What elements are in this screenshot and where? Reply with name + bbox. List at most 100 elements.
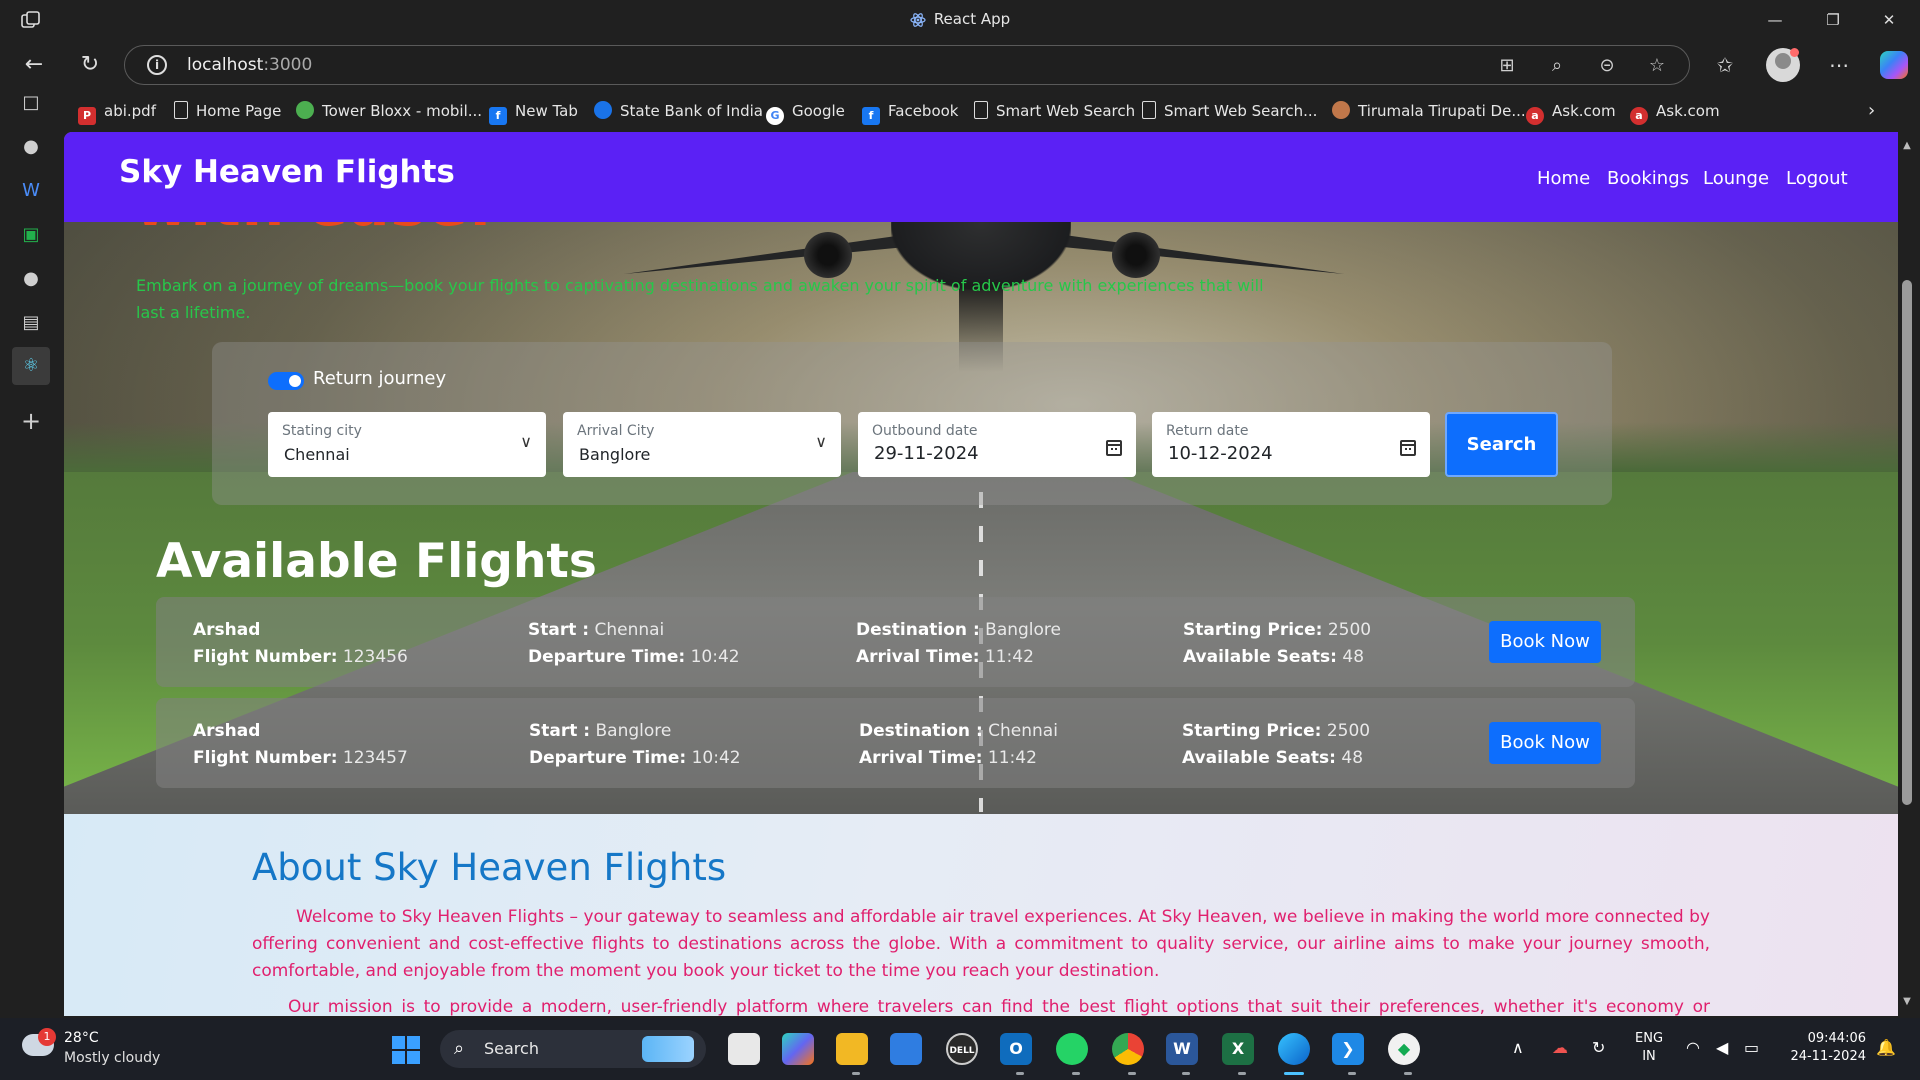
arrival-value: 11:42 <box>987 748 1037 768</box>
bookmark-label: Smart Web Search <box>996 102 1136 120</box>
windows-start-button[interactable] <box>392 1036 420 1064</box>
favorite-star-icon[interactable]: ☆ <box>1645 54 1669 78</box>
sync-icon[interactable]: ↻ <box>1592 1038 1605 1057</box>
bookmark-tower-bloxx[interactable]: Tower Bloxx - mobil... <box>296 100 482 122</box>
zoom-icon[interactable]: ⌕ <box>1545 54 1569 78</box>
word-icon[interactable]: W <box>18 178 44 204</box>
bookmark-label: Tower Bloxx - mobil... <box>322 102 483 120</box>
chevron-down-icon: ∨ <box>520 432 532 451</box>
excel-app-icon[interactable]: X <box>1222 1033 1254 1065</box>
bookmark-sbi[interactable]: State Bank of India <box>594 100 763 122</box>
outlook-icon[interactable]: O <box>1000 1033 1032 1065</box>
back-button[interactable]: ← <box>18 50 50 80</box>
search-icon: ⌕ <box>454 1038 465 1059</box>
edge-app-icon[interactable] <box>1278 1033 1310 1065</box>
search-button[interactable]: Search <box>1445 412 1558 477</box>
return-date-label: Return date <box>1166 423 1249 439</box>
bookmark-facebook[interactable]: f Facebook <box>862 100 958 125</box>
tab-actions-icon[interactable]: □ <box>18 90 44 116</box>
brand-logo[interactable]: Sky Heaven Flights <box>119 154 455 190</box>
scrollbar-thumb[interactable] <box>1902 280 1912 805</box>
seats-value: 48 <box>1341 748 1364 768</box>
microsoft-store-icon[interactable] <box>890 1033 922 1065</box>
browser-toolbar: ← ↻ i localhost:3000 ⊞ ⌕ ⊝ ☆ ✩ ⋯ <box>0 40 1920 90</box>
dell-icon[interactable]: DELL <box>946 1033 978 1065</box>
vscode-app-icon[interactable]: ❯ <box>1332 1033 1364 1065</box>
arrival-label: Arrival Time: <box>859 748 983 768</box>
add-icon[interactable]: + <box>18 408 44 434</box>
bookmarks-overflow-chevron-icon[interactable]: › <box>1868 100 1875 122</box>
address-bar[interactable]: i localhost:3000 ⊞ ⌕ ⊝ ☆ <box>124 45 1690 85</box>
favorites-icon[interactable]: ✩ <box>1710 50 1740 80</box>
volume-icon[interactable]: ◀ <box>1716 1038 1728 1057</box>
nav-bookings[interactable]: Bookings <box>1607 168 1689 189</box>
copilot-app-icon[interactable] <box>782 1033 814 1065</box>
return-date-input[interactable]: Return date 10-12-2024 <box>1152 412 1430 477</box>
calendar-icon[interactable] <box>1400 440 1416 456</box>
chevron-down-icon: ∨ <box>815 432 827 451</box>
chrome-icon[interactable] <box>1112 1033 1144 1065</box>
running-indicator <box>1348 1072 1356 1075</box>
bookmark-label: Smart Web Search... <box>1164 102 1318 120</box>
outbound-date-value: 29-11-2024 <box>874 443 979 464</box>
whatsapp-icon[interactable] <box>1056 1033 1088 1065</box>
start-value: Chennai <box>594 620 665 640</box>
weather-temperature[interactable]: 28°C <box>64 1030 99 1046</box>
taskbar-search[interactable]: ⌕ Search <box>440 1030 706 1068</box>
window-title: React App <box>0 10 1920 28</box>
scroll-down-arrow-icon[interactable]: ▼ <box>1899 996 1915 1007</box>
clock-date: 24-11-2024 <box>1790 1049 1866 1064</box>
nav-logout[interactable]: Logout <box>1786 168 1848 189</box>
battery-icon[interactable]: ▭ <box>1744 1038 1759 1057</box>
starting-city-select[interactable]: Stating city Chennai ∨ <box>268 412 546 477</box>
refresh-button[interactable]: ↻ <box>74 50 106 80</box>
system-clock[interactable]: 09:44:06 24-11-2024 <box>1780 1030 1866 1066</box>
bookmark-smart-web-search[interactable]: Smart Web Search <box>974 100 1135 122</box>
tracking-prevention-icon[interactable]: ⊝ <box>1595 54 1619 78</box>
more-menu-icon[interactable]: ⋯ <box>1824 50 1854 80</box>
show-hidden-icons-chevron-icon[interactable]: ∧ <box>1512 1038 1524 1057</box>
bookmark-new-tab[interactable]: f New Tab <box>489 100 578 125</box>
bookmark-ask-1[interactable]: a Ask.com <box>1526 100 1616 125</box>
bookmark-abi-pdf[interactable]: Pabi.pdf <box>78 100 156 125</box>
bookmark-smart-web-search-2[interactable]: Smart Web Search... <box>1142 100 1317 122</box>
flight-destination: Destination : Chennai Arrival Time: 11:4… <box>859 718 1058 772</box>
book-now-button[interactable]: Book Now <box>1489 621 1601 663</box>
price-value: 2500 <box>1327 620 1372 640</box>
task-view-icon[interactable] <box>728 1033 760 1065</box>
arrival-city-select[interactable]: Arrival City Banglore ∨ <box>563 412 841 477</box>
onedrive-error-icon[interactable]: ☁ <box>1552 1038 1568 1057</box>
nav-lounge[interactable]: Lounge <box>1703 168 1769 189</box>
github-icon[interactable]: ● <box>18 134 44 160</box>
input-language[interactable]: ENG IN <box>1635 1030 1663 1066</box>
url-text[interactable]: localhost:3000 <box>187 55 312 75</box>
site-info-icon[interactable]: i <box>147 55 167 75</box>
minimize-button[interactable]: — <box>1752 6 1798 34</box>
scroll-up-arrow-icon[interactable]: ▲ <box>1899 140 1915 151</box>
restore-button[interactable]: ❐ <box>1810 6 1856 34</box>
return-journey-toggle[interactable] <box>268 372 304 390</box>
wifi-icon[interactable]: ◠ <box>1686 1038 1700 1057</box>
bookmark-ask-2[interactable]: a Ask.com <box>1630 100 1720 125</box>
weather-condition[interactable]: Mostly cloudy <box>64 1050 160 1066</box>
outbound-date-input[interactable]: Outbound date 29-11-2024 <box>858 412 1136 477</box>
word-app-icon[interactable]: W <box>1166 1033 1198 1065</box>
close-window-button[interactable]: ✕ <box>1866 6 1912 34</box>
notification-bell-icon[interactable]: 🔔 <box>1876 1038 1896 1057</box>
bookmark-home-page[interactable]: Home Page <box>174 100 281 122</box>
github-icon-2[interactable]: ● <box>18 266 44 292</box>
calendar-icon[interactable] <box>1106 440 1122 456</box>
bookmark-label: Ask.com <box>1552 102 1616 120</box>
running-indicator <box>1182 1072 1190 1075</box>
nav-home[interactable]: Home <box>1537 168 1590 189</box>
calendar-icon[interactable]: ▤ <box>18 310 44 336</box>
book-now-button[interactable]: Book Now <box>1489 722 1601 764</box>
react-app-icon[interactable]: ⚛ <box>12 347 50 385</box>
mongodb-compass-icon[interactable]: ◆ <box>1388 1033 1420 1065</box>
bookmark-google[interactable]: G Google <box>766 100 845 125</box>
copilot-icon[interactable] <box>1880 51 1908 79</box>
sheets-icon[interactable]: ▣ <box>18 222 44 248</box>
file-explorer-icon[interactable] <box>836 1033 868 1065</box>
bookmark-tirumala[interactable]: Tirumala Tirupati De... <box>1332 100 1526 122</box>
app-available-icon[interactable]: ⊞ <box>1495 54 1519 78</box>
